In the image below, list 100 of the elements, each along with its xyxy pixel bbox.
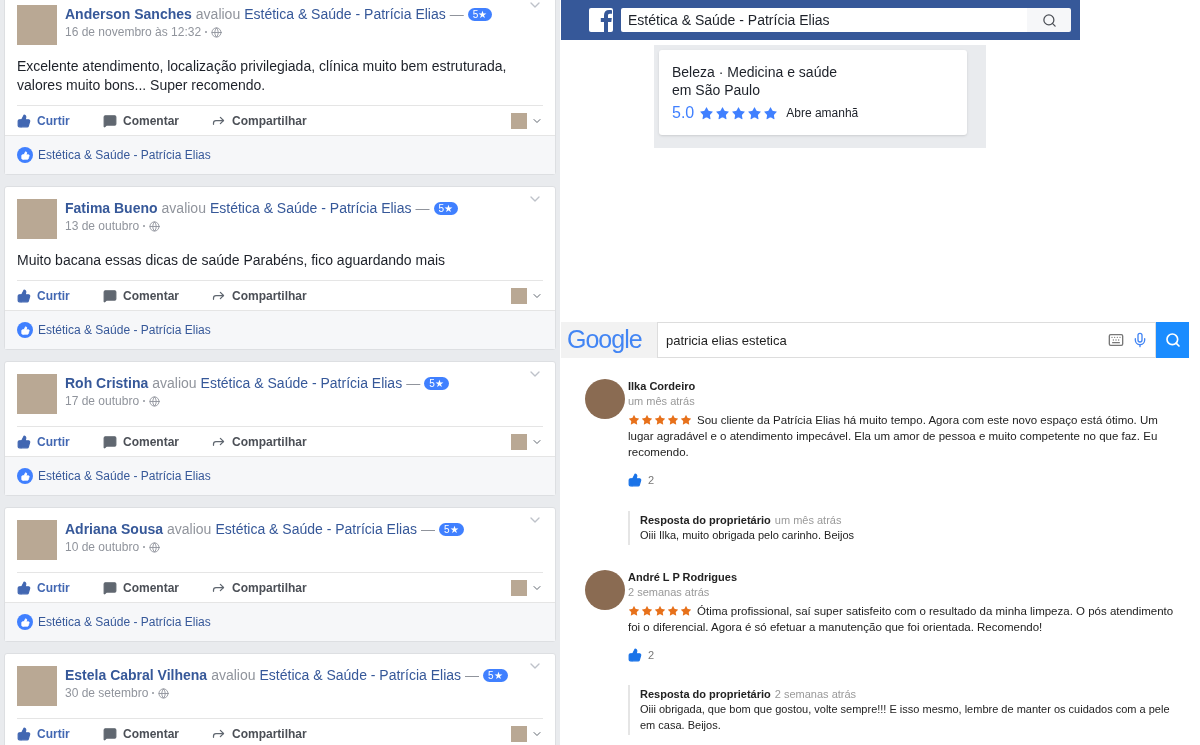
globe-icon — [149, 541, 161, 553]
reviewed-label: avaliou — [161, 199, 206, 217]
reviewed-label: avaliou — [195, 5, 241, 23]
speech-bubble-icon — [103, 288, 117, 303]
thumbs-up-icon — [17, 434, 31, 449]
dash-separator: — — [449, 5, 464, 23]
comment-button[interactable]: Comentar — [103, 578, 211, 597]
avatar-photo-placeholder — [17, 666, 57, 706]
reply-text: Oiii obrigada, que bom que gostou, volte sempre!!! E isso mesmo, lembre de manter os cuidados com a pele em casa. Beijos. — [640, 702, 1171, 733]
like-button[interactable]: Curtir — [17, 111, 103, 130]
comment-button[interactable]: Comentar — [103, 111, 211, 130]
like-button[interactable]: Curtir — [17, 724, 103, 743]
rating-badge: 5★ — [483, 668, 508, 682]
keyboard-icon[interactable] — [1108, 332, 1124, 348]
rating-badge: 5★ — [424, 376, 449, 390]
avatar-photo-placeholder — [585, 379, 625, 419]
liked-by-link[interactable]: Estética & Saúde - Patrícia Elias — [38, 321, 211, 339]
review-text: Excelente atendimento, localização privilegiada, clínica muito bem estruturada, valores muito bons... Super recomendo. — [16, 57, 508, 95]
review-text: Sou cliente da Patrícia Elias há muito tempo. Agora com este novo espaço está ótimo. Um lugar agradável e o atendimento impecável. Ela um amor de pessoa e muito competente no que faz. Eu recomendo. — [628, 414, 1158, 458]
like-count: 2 — [648, 473, 655, 488]
rating-badge: 5★ — [433, 201, 459, 215]
thumbs-up-icon[interactable] — [628, 647, 642, 662]
page-name-link[interactable]: Estética & Saúde - Patrícia Elias — [244, 5, 446, 23]
review-time: um mês atrás — [628, 394, 696, 408]
like-button[interactable]: Curtir — [17, 578, 103, 597]
liked-by-link[interactable]: Estética & Saúde - Patrícia Elias — [38, 467, 211, 485]
avatar-photo-placeholder — [511, 112, 527, 129]
microphone-icon[interactable] — [1132, 332, 1148, 348]
reviewer-name: Ilka Cordeiro — [628, 379, 697, 394]
share-button[interactable]: Compartilhar — [211, 286, 307, 305]
page-name-link[interactable]: Estética & Saúde - Patrícia Elias — [200, 374, 403, 392]
reviewed-label: avaliou — [167, 520, 212, 538]
avatar-photo-placeholder — [17, 199, 57, 239]
review-text: Muito bacana essas dicas de saúde Parabéns, fico aguardando mais — [16, 251, 447, 270]
speech-bubble-icon — [103, 434, 117, 449]
like-button[interactable]: Curtir — [17, 432, 103, 451]
avatar-photo-placeholder — [511, 725, 527, 742]
search-icon — [1041, 12, 1057, 28]
location-text: em São Paulo — [672, 81, 761, 99]
comment-button[interactable]: Comentar — [103, 432, 211, 451]
like-icon — [17, 322, 33, 338]
reviewed-label: avaliou — [152, 374, 197, 392]
dash-separator: — — [420, 520, 435, 538]
comment-button[interactable]: Comentar — [103, 286, 211, 305]
globe-icon — [158, 687, 170, 699]
dash-separator: — — [465, 666, 480, 684]
avatar-photo-placeholder — [511, 287, 527, 304]
reviewed-label: avaliou — [211, 666, 256, 684]
search-icon — [1164, 332, 1181, 348]
reviewer-name-link[interactable]: Roh Cristina — [65, 374, 149, 392]
globe-icon — [149, 220, 161, 232]
search-button[interactable] — [1027, 8, 1071, 32]
share-button[interactable]: Compartilhar — [211, 432, 307, 451]
like-icon — [17, 468, 33, 484]
reviewer-name: André L P Rodrigues — [628, 569, 738, 585]
dash-separator: — — [406, 374, 421, 392]
avatar-photo-placeholder — [17, 5, 57, 45]
google-logo: Google — [566, 324, 643, 356]
globe-icon — [211, 26, 223, 38]
speech-bubble-icon — [103, 113, 117, 128]
share-button[interactable]: Compartilhar — [211, 724, 307, 743]
like-count: 2 — [648, 647, 655, 663]
share-button[interactable]: Compartilhar — [211, 578, 307, 597]
reviewer-name-link[interactable]: Estela Cabral Vilhena — [65, 666, 208, 684]
speech-bubble-icon — [103, 580, 117, 595]
search-field[interactable]: Estética & Saúde - Patrícia Elias — [621, 8, 1027, 32]
search-field[interactable]: patricia elias estetica — [657, 322, 1156, 358]
avatar-photo-placeholder — [511, 579, 527, 596]
opening-hours: Abre amanhã — [786, 105, 859, 122]
reviewer-name-link[interactable]: Adriana Sousa — [65, 520, 164, 538]
liked-by-link[interactable]: Estética & Saúde - Patrícia Elias — [38, 146, 211, 164]
globe-icon — [149, 395, 161, 407]
page-name-link[interactable]: Estética & Saúde - Patrícia Elias — [215, 520, 417, 538]
avatar-photo-placeholder — [17, 374, 57, 414]
avatar-photo-placeholder — [17, 520, 57, 560]
like-icon — [17, 614, 33, 630]
dash-separator: — — [415, 199, 430, 217]
thumbs-up-icon — [17, 113, 31, 128]
page-name-link[interactable]: Estética & Saúde - Patrícia Elias — [209, 199, 412, 217]
comment-button[interactable]: Comentar — [103, 724, 211, 743]
liked-by-link[interactable]: Estética & Saúde - Patrícia Elias — [38, 613, 211, 631]
thumbs-up-icon — [17, 288, 31, 303]
thumbs-up-icon — [17, 580, 31, 595]
thumbs-up-icon[interactable] — [628, 473, 642, 488]
reply-label: Resposta do proprietário — [640, 512, 771, 527]
reply-time: 2 semanas atrás — [774, 687, 857, 701]
reply-text: Oiii Ilka, muito obrigada pelo carinho. Beijos — [640, 527, 855, 543]
reply-label: Resposta do proprietário — [640, 687, 771, 701]
like-button[interactable]: Curtir — [17, 286, 103, 305]
reviewer-name-link[interactable]: Fatima Bueno — [65, 199, 158, 217]
rating-value: 5.0 — [672, 103, 695, 123]
reviewer-name-link[interactable]: Anderson Sanches — [65, 5, 192, 23]
speech-bubble-icon — [103, 726, 117, 741]
search-button[interactable] — [1156, 322, 1189, 358]
share-button[interactable]: Compartilhar — [211, 111, 307, 130]
page-name-link[interactable]: Estética & Saúde - Patrícia Elias — [259, 666, 462, 684]
rating-badge: 5★ — [438, 522, 464, 536]
review-text: Ótima profissional, saí super satisfeito com o resultado da minha limpeza. O pós atendimento foi o diferencial. Agora é só efetuar a manutenção que foi orientada. Recomendo! — [628, 604, 1174, 633]
avatar-photo-placeholder — [511, 433, 527, 450]
like-icon — [17, 147, 33, 163]
